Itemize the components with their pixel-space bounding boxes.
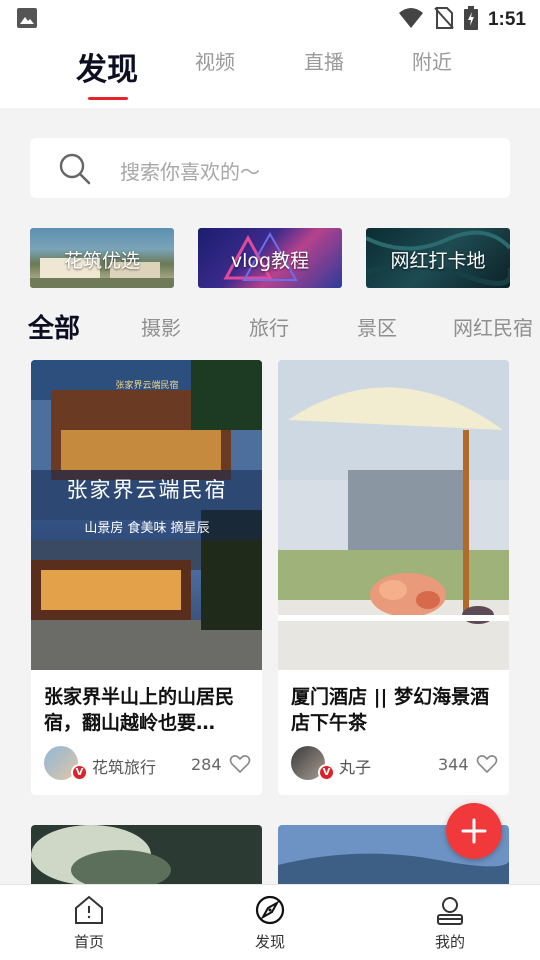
- search-placeholder: 搜索你喜欢的～: [120, 160, 260, 184]
- top-tab-bar: 发现 视频 直播 附近: [0, 36, 540, 108]
- post-image: 张家界云端民宿 张家界云端民宿 山景房 食美味 摘星辰: [31, 360, 262, 670]
- discover-icon: [255, 895, 285, 925]
- image-subline: 山景房 食美味 摘星辰: [84, 520, 209, 536]
- banner-hot-spots[interactable]: 网红打卡地: [366, 228, 510, 288]
- create-post-button[interactable]: [446, 803, 502, 859]
- author-name[interactable]: 丸子: [339, 754, 371, 778]
- image-sign-text: 张家界云端民宿: [115, 379, 178, 391]
- category-photography[interactable]: 摄影: [141, 312, 181, 341]
- nav-home-label: 首页: [73, 933, 104, 951]
- nav-home[interactable]: 首页: [59, 895, 119, 952]
- nav-profile[interactable]: 我的: [420, 895, 480, 952]
- wifi-icon: [398, 7, 424, 33]
- home-icon: [75, 895, 103, 924]
- status-bar: 1:51: [0, 0, 540, 36]
- plus-icon: [461, 818, 487, 844]
- tab-video[interactable]: 视频: [195, 46, 235, 75]
- post-title: 张家界半山上的山居民宿，翻山越岭也要…: [44, 686, 235, 734]
- tab-live[interactable]: 直播: [304, 46, 344, 75]
- banner-label: vlog教程: [230, 250, 310, 272]
- verified-badge: V: [318, 764, 335, 781]
- category-homestay[interactable]: 网红民宿: [453, 312, 533, 341]
- banner-label: 花筑优选: [63, 250, 140, 272]
- search-bar[interactable]: 搜索你喜欢的～: [30, 138, 510, 198]
- no-sim-icon: [434, 6, 454, 34]
- author-name[interactable]: 花筑旅行: [92, 754, 156, 778]
- battery-charging-icon: [463, 6, 478, 34]
- category-travel[interactable]: 旅行: [249, 312, 289, 341]
- profile-icon: [437, 897, 463, 925]
- banner-huazhu-select[interactable]: 花筑优选: [30, 228, 174, 288]
- category-scenic[interactable]: 景区: [357, 312, 397, 341]
- image-notification-icon: [16, 7, 38, 33]
- post-image: [278, 360, 509, 670]
- bottom-nav: 首页 发现 我的: [0, 884, 540, 960]
- heart-icon[interactable]: [476, 754, 498, 778]
- tab-discover[interactable]: 发现: [76, 44, 138, 89]
- heart-icon[interactable]: [229, 754, 251, 778]
- banner-label: 网红打卡地: [390, 250, 486, 272]
- clock-time: 1:51: [487, 9, 526, 30]
- post-card[interactable]: 厦门酒店 || 梦幻海景酒店下午茶 V 丸子 344: [278, 360, 509, 795]
- like-count: 284: [191, 755, 222, 774]
- nav-discover[interactable]: 发现: [240, 895, 300, 952]
- like-count: 344: [438, 755, 469, 774]
- nav-discover-label: 发现: [254, 933, 285, 951]
- image-headline: 张家界云端民宿: [67, 478, 228, 502]
- post-title: 厦门酒店 || 梦幻海景酒店下午茶: [291, 686, 490, 734]
- tab-nearby[interactable]: 附近: [412, 46, 452, 75]
- verified-badge: V: [71, 764, 88, 781]
- post-card[interactable]: 张家界云端民宿 张家界云端民宿 山景房 食美味 摘星辰 张家界半山上的山居民宿，…: [31, 360, 262, 795]
- nav-profile-label: 我的: [434, 933, 465, 951]
- banner-vlog-tutorial[interactable]: vlog教程: [198, 228, 342, 288]
- active-tab-indicator: [88, 97, 128, 100]
- category-all[interactable]: 全部: [28, 308, 80, 345]
- search-icon: [58, 152, 92, 190]
